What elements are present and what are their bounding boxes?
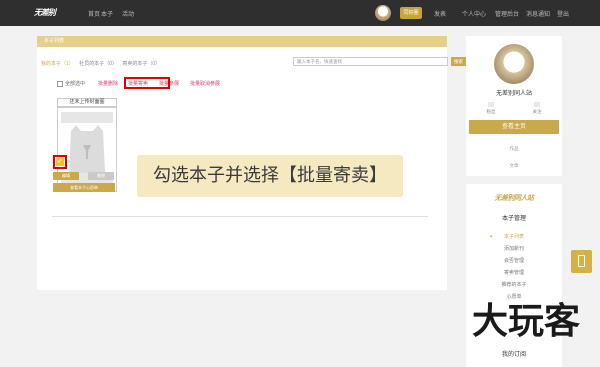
nav-logout[interactable]: 登出 bbox=[557, 9, 569, 18]
search-input[interactable]: 输入本子名、快速查找 bbox=[293, 57, 448, 66]
menu-item-wishlist[interactable]: 心愿单 bbox=[466, 293, 562, 300]
my-subscription[interactable]: 我的订阅 bbox=[466, 349, 562, 358]
book-meta bbox=[68, 160, 86, 163]
edit-button[interactable]: 编辑 bbox=[53, 172, 79, 180]
search-button[interactable]: 搜索 bbox=[451, 57, 466, 66]
select-all-checkbox[interactable] bbox=[57, 80, 63, 87]
profile-avatar[interactable] bbox=[494, 44, 534, 84]
book-checkbox[interactable]: ✓ bbox=[53, 155, 67, 169]
select-all-label: 全部选中 bbox=[65, 81, 86, 87]
menu-item-book-list[interactable]: 本子列表 bbox=[466, 233, 562, 240]
nav-books[interactable]: 本子 bbox=[101, 9, 113, 18]
menu-item-consign-manage[interactable]: 寄卖管理 bbox=[466, 269, 562, 276]
articles-link[interactable]: 文章 bbox=[466, 163, 562, 169]
instruction-banner: 勾选本子并选择【批量寄卖】 bbox=[137, 155, 403, 197]
nav-home[interactable]: 首页 bbox=[88, 9, 100, 18]
tab-member-books[interactable]: 社员的本子（0） bbox=[79, 61, 117, 67]
menu-item-recommended[interactable]: 推荐的本子 bbox=[466, 281, 562, 288]
panel-title: 本子列表 bbox=[37, 36, 447, 47]
nav-publish[interactable]: 发表 bbox=[434, 9, 446, 18]
works-link[interactable]: 作品 bbox=[466, 146, 562, 152]
delete-button[interactable]: 删除 bbox=[88, 172, 114, 180]
followers-count bbox=[476, 102, 506, 107]
phone-icon bbox=[578, 255, 585, 267]
cover-placeholder-title: 还未上传封面图 bbox=[57, 98, 117, 107]
following-count bbox=[522, 102, 552, 107]
view-homepage-button[interactable]: 查看主页 bbox=[469, 120, 559, 134]
menu-title: 本子管理 bbox=[501, 216, 526, 222]
profile-name: 无差别同人站 bbox=[495, 91, 532, 97]
menu-item-add-new[interactable]: 添加新刊 bbox=[466, 245, 562, 252]
menu-logo: 无差别同人站 bbox=[494, 194, 535, 202]
following-label[interactable]: 关注 bbox=[522, 109, 552, 115]
nav-profile[interactable]: 个人中心 bbox=[462, 9, 486, 18]
user-avatar[interactable] bbox=[375, 5, 391, 21]
site-logo[interactable]: 无差别 bbox=[34, 7, 62, 19]
select-all[interactable]: 全部选中 bbox=[57, 80, 97, 87]
top-navigation-bar: 无差别 首页 本子 活动 同好圈 发表 个人中心 管理后台 消息通知 登出 bbox=[0, 0, 600, 26]
user-circle-badge[interactable]: 同好圈 bbox=[400, 7, 422, 19]
nav-admin[interactable]: 管理后台 bbox=[495, 9, 519, 18]
tab-consigned-books[interactable]: 寄卖的本子（0） bbox=[122, 61, 160, 67]
bulk-cancel-exhibit-link[interactable]: 批量取消参展 bbox=[190, 80, 220, 87]
watermark: 大玩客 bbox=[472, 301, 581, 342]
menu-item-circle-manage[interactable]: 会否管理 bbox=[466, 257, 562, 264]
checkmark-icon: ✓ bbox=[56, 158, 64, 166]
nav-notifications[interactable]: 消息通知 bbox=[526, 9, 550, 18]
bulk-consign-highlight bbox=[124, 77, 170, 89]
bulk-delete-link[interactable]: 批量删除 bbox=[98, 80, 118, 87]
mobile-app-button[interactable] bbox=[571, 250, 592, 273]
nav-events[interactable]: 活动 bbox=[122, 9, 134, 18]
tab-my-books[interactable]: 我的本子（1） bbox=[41, 61, 74, 67]
profile-card: 无差别同人站 粉丝 关注 查看主页 作品 文章 bbox=[466, 36, 562, 176]
followers-label[interactable]: 粉丝 bbox=[476, 109, 506, 115]
divider bbox=[52, 216, 428, 217]
wishlist-button[interactable]: 查看本子心愿单 bbox=[53, 183, 115, 192]
filter-tabs: 我的本子（1） 社员的本子（0） 寄卖的本子（0） bbox=[41, 60, 164, 67]
